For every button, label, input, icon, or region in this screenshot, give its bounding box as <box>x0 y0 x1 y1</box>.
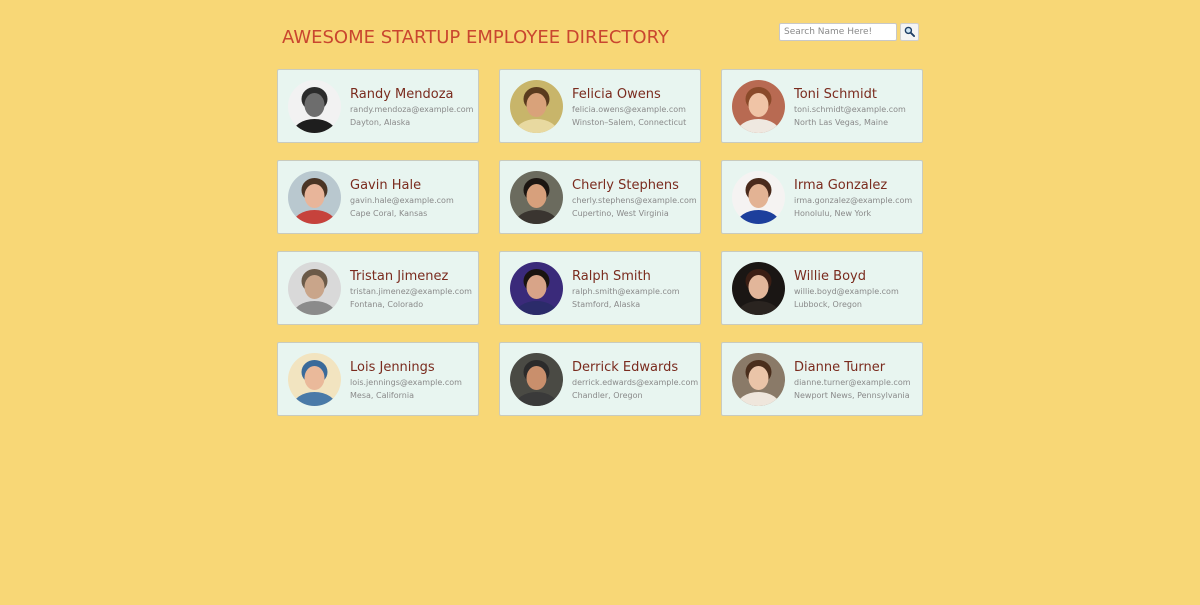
search-button[interactable] <box>900 23 919 41</box>
employee-name: Derrick Edwards <box>572 360 679 375</box>
search-form <box>779 22 919 42</box>
employee-name: Willie Boyd <box>794 269 866 284</box>
employee-email: felicia.owens@example.com <box>572 105 686 114</box>
employee-location: Fontana, Colorado <box>350 300 424 309</box>
employee-location: Mesa, California <box>350 391 414 400</box>
avatar-face <box>748 184 769 208</box>
employee-location: Dayton, Alaska <box>350 118 411 127</box>
avatar-face <box>526 93 547 117</box>
employee-location: Newport News, Pennsylvania <box>794 391 910 400</box>
employee-card[interactable]: Randy Mendoza randy.mendoza@example.com Da… <box>277 69 479 143</box>
avatar[interactable] <box>288 353 341 406</box>
employee-info: Dianne Turner dianne.turner@example.com Ne… <box>794 359 920 402</box>
employee-location: Stamford, Alaska <box>572 300 641 309</box>
avatar-face <box>748 366 769 390</box>
employee-name: Felicia Owens <box>572 87 661 102</box>
employee-card[interactable]: Lois Jennings lois.jennings@example.com Me… <box>277 342 479 416</box>
employee-email: ralph.smith@example.com <box>572 287 680 296</box>
search-input[interactable] <box>779 23 897 41</box>
employee-name: Cherly Stephens <box>572 178 679 193</box>
employee-info: Lois Jennings lois.jennings@example.com Me… <box>350 359 476 402</box>
employee-email: lois.jennings@example.com <box>350 378 462 387</box>
employee-email: willie.boyd@example.com <box>794 287 899 296</box>
employee-email: dianne.turner@example.com <box>794 378 911 387</box>
employee-info: Irma Gonzalez irma.gonzalez@example.com Ho… <box>794 177 920 220</box>
avatar-face <box>526 184 547 208</box>
employee-name: Ralph Smith <box>572 269 651 284</box>
employee-email: irma.gonzalez@example.com <box>794 196 913 205</box>
employee-email: toni.schmidt@example.com <box>794 105 906 114</box>
avatar[interactable] <box>510 353 563 406</box>
avatar-face <box>526 275 547 299</box>
employee-info: Cherly Stephens cherly.stephens@example.c… <box>572 177 698 220</box>
employee-name: Tristan Jimenez <box>350 269 449 284</box>
employee-info: Felicia Owens felicia.owens@example.com Wi… <box>572 86 698 129</box>
avatar-face <box>304 366 325 390</box>
employee-info: Tristan Jimenez tristan.jimenez@example.c… <box>350 268 476 311</box>
employee-info: Ralph Smith ralph.smith@example.com Stamfo… <box>572 268 698 311</box>
employee-card[interactable]: Ralph Smith ralph.smith@example.com Stamfo… <box>499 251 701 325</box>
avatar[interactable] <box>288 262 341 315</box>
employee-email: randy.mendoza@example.com <box>350 105 474 114</box>
header: AWESOME STARTUP EMPLOYEE DIRECTORY <box>282 22 919 54</box>
employee-name: Toni Schmidt <box>794 87 877 102</box>
magnifier-icon <box>904 25 915 40</box>
avatar[interactable] <box>288 80 341 133</box>
employee-location: Winston–Salem, Connecticut <box>572 118 687 127</box>
employee-email: gavin.hale@example.com <box>350 196 454 205</box>
avatar-face <box>748 93 769 117</box>
employee-location: Honolulu, New York <box>794 209 872 218</box>
avatar[interactable] <box>288 171 341 224</box>
avatar[interactable] <box>510 262 563 315</box>
employee-info: Randy Mendoza randy.mendoza@example.com Da… <box>350 86 476 129</box>
employee-name: Randy Mendoza <box>350 87 454 102</box>
employee-card[interactable]: Irma Gonzalez irma.gonzalez@example.com Ho… <box>721 160 923 234</box>
avatar-face <box>526 366 547 390</box>
employee-card[interactable]: Felicia Owens felicia.owens@example.com Wi… <box>499 69 701 143</box>
employee-card[interactable]: Dianne Turner dianne.turner@example.com Ne… <box>721 342 923 416</box>
avatar[interactable] <box>510 80 563 133</box>
avatar-face <box>304 275 325 299</box>
avatar-face <box>304 93 325 117</box>
employee-email: cherly.stephens@example.com <box>572 196 697 205</box>
employee-location: North Las Vegas, Maine <box>794 118 889 127</box>
employee-card[interactable]: Willie Boyd willie.boyd@example.com Lubboc… <box>721 251 923 325</box>
employee-name: Gavin Hale <box>350 178 422 193</box>
avatar-face <box>304 184 325 208</box>
employee-location: Cupertino, West Virginia <box>572 209 669 218</box>
avatar[interactable] <box>732 262 785 315</box>
employee-card[interactable]: Gavin Hale gavin.hale@example.com Cape Cor… <box>277 160 479 234</box>
employee-email: tristan.jimenez@example.com <box>350 287 472 296</box>
employee-info: Derrick Edwards derrick.edwards@example.c… <box>572 359 698 402</box>
employee-name: Irma Gonzalez <box>794 178 888 193</box>
avatar[interactable] <box>732 80 785 133</box>
employee-info: Toni Schmidt toni.schmidt@example.com Nort… <box>794 86 920 129</box>
employee-name: Lois Jennings <box>350 360 435 375</box>
employee-location: Lubbock, Oregon <box>794 300 862 309</box>
avatar[interactable] <box>732 353 785 406</box>
page-title: AWESOME STARTUP EMPLOYEE DIRECTORY <box>282 27 669 48</box>
employee-card[interactable]: Tristan Jimenez tristan.jimenez@example.c… <box>277 251 479 325</box>
avatar[interactable] <box>732 171 785 224</box>
employee-grid: Randy Mendoza randy.mendoza@example.com Da… <box>277 69 923 416</box>
avatar-face <box>748 275 769 299</box>
employee-card[interactable]: Toni Schmidt toni.schmidt@example.com Nort… <box>721 69 923 143</box>
page: { "header": { "title": "AWESOME STARTUP … <box>0 0 1200 605</box>
employee-info: Willie Boyd willie.boyd@example.com Lubboc… <box>794 268 920 311</box>
employee-location: Chandler, Oregon <box>572 391 643 400</box>
employee-card[interactable]: Cherly Stephens cherly.stephens@example.c… <box>499 160 701 234</box>
employee-name: Dianne Turner <box>794 360 886 375</box>
employee-card[interactable]: Derrick Edwards derrick.edwards@example.c… <box>499 342 701 416</box>
employee-info: Gavin Hale gavin.hale@example.com Cape Cor… <box>350 177 476 220</box>
employee-location: Cape Coral, Kansas <box>350 209 428 218</box>
avatar[interactable] <box>510 171 563 224</box>
employee-email: derrick.edwards@example.com <box>572 378 699 387</box>
